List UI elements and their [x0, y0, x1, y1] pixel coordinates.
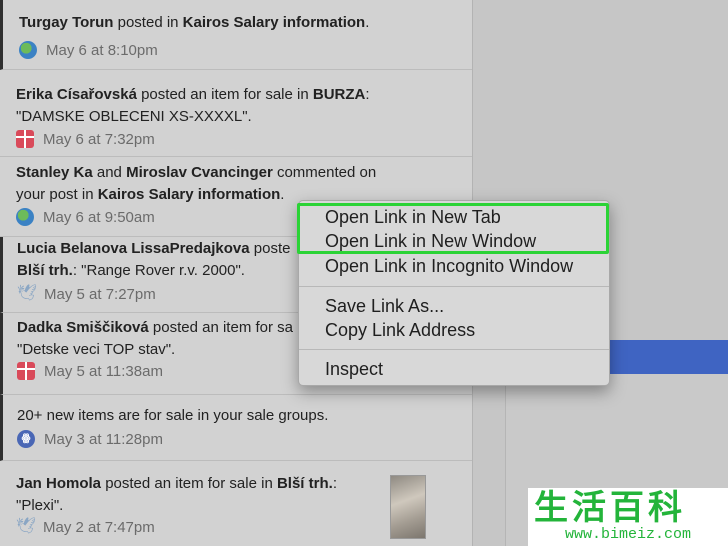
notification-verb: poste [249, 240, 291, 257]
notification-meta: ꙮ May 3 at 11:28pm [17, 429, 163, 449]
notification-time: May 6 at 7:32pm [43, 130, 155, 148]
menu-item-copy-link[interactable]: Copy Link Address [325, 318, 475, 342]
highlight-box [297, 203, 609, 254]
watermark: 生活百科 www.bimeiz.com [528, 488, 728, 546]
notification-item-title: "Detske veci TOP stav". [17, 341, 176, 358]
notification-text: Jan Homola posted an item for sale in Bl… [16, 473, 396, 517]
background-blue-band [610, 340, 728, 374]
gift-icon [16, 130, 34, 148]
notification-meta: May 5 at 11:38am [17, 361, 163, 381]
notification-time: May 2 at 7:47pm [43, 518, 155, 536]
notification-summary: 20+ new items are for sale in your sale … [17, 407, 329, 424]
notification-actor[interactable]: Jan Homola [16, 475, 101, 492]
notification-group-link[interactable]: Blší trh. [17, 262, 73, 279]
notification-item[interactable]: Erika Císařovská posted an item for sale… [0, 70, 472, 157]
notification-group-link[interactable]: Kairos Salary information [183, 14, 366, 31]
notification-time: May 3 at 11:28pm [44, 430, 163, 448]
notification-item-title: "DAMSKE OBLECENI XS-XXXXL". [16, 108, 252, 125]
notification-time: May 6 at 9:50am [43, 208, 155, 226]
notification-meta: May 6 at 9:50am [16, 207, 155, 227]
gift-icon [17, 362, 35, 380]
notification-punct: : [365, 86, 370, 103]
notification-actor[interactable]: Turgay Torun [19, 14, 113, 31]
notification-group-link[interactable]: Kairos Salary information [98, 186, 281, 203]
notification-item-title: : "Range Rover r.v. 2000". [72, 262, 245, 279]
notification-text: 20+ new items are for sale in your sale … [17, 405, 397, 427]
globe-icon [19, 41, 37, 59]
notification-punct: . [280, 186, 285, 203]
notification-item-title: "Plexi". [16, 497, 64, 514]
notification-verb: posted an item for sa [148, 319, 293, 336]
notification-meta: May 6 at 8:10pm [19, 40, 158, 60]
notification-verb: posted an item for sale in [136, 86, 313, 103]
notification-meta: 🕊 May 2 at 7:47pm [16, 517, 155, 537]
group-icon: ꙮ [17, 430, 35, 448]
notification-verb: posted in [113, 14, 183, 31]
notification-time: May 5 at 11:38am [44, 362, 163, 380]
notification-punct: : [332, 475, 337, 492]
notification-punct: . [365, 14, 370, 31]
notification-item[interactable]: 20+ new items are for sale in your sale … [0, 395, 472, 461]
notification-time: May 5 at 7:27pm [44, 285, 156, 303]
notification-item[interactable]: Turgay Torun posted in Kairos Salary inf… [0, 0, 472, 70]
menu-separator [299, 286, 609, 287]
notification-meta: May 6 at 7:32pm [16, 129, 155, 149]
notification-group-link[interactable]: Blší trh. [277, 475, 333, 492]
notification-actor[interactable]: Dadka Smiščiková [17, 319, 149, 336]
notification-actor[interactable]: Erika Císařovská [16, 86, 137, 103]
notification-actor[interactable]: Stanley Ka [16, 164, 93, 181]
menu-separator [299, 349, 609, 350]
menu-item-save-link[interactable]: Save Link As... [325, 294, 444, 318]
item-thumbnail[interactable] [390, 475, 426, 539]
notification-verb: and [92, 164, 127, 181]
notification-meta: 🕊 May 5 at 7:27pm [17, 284, 156, 304]
notification-group-link[interactable]: BURZA [313, 86, 366, 103]
notification-actor[interactable]: Lucia Belanova LissaPredajkova [17, 240, 250, 257]
notification-text: Turgay Torun posted in Kairos Salary inf… [19, 12, 399, 34]
bird-icon: 🕊 [17, 285, 38, 302]
menu-item-inspect[interactable]: Inspect [325, 357, 383, 381]
notification-actor[interactable]: Miroslav Cvancinger [126, 164, 273, 181]
watermark-chinese: 生活百科 [534, 488, 686, 528]
globe-icon [16, 208, 34, 226]
menu-item-open-incognito[interactable]: Open Link in Incognito Window [325, 254, 573, 278]
bird-icon: 🕊 [16, 518, 37, 535]
notification-verb: posted an item for sale in [101, 475, 277, 492]
notification-text: Erika Císařovská posted an item for sale… [16, 84, 396, 128]
notification-time: May 6 at 8:10pm [46, 41, 158, 59]
watermark-url: www.bimeiz.com [564, 526, 692, 543]
